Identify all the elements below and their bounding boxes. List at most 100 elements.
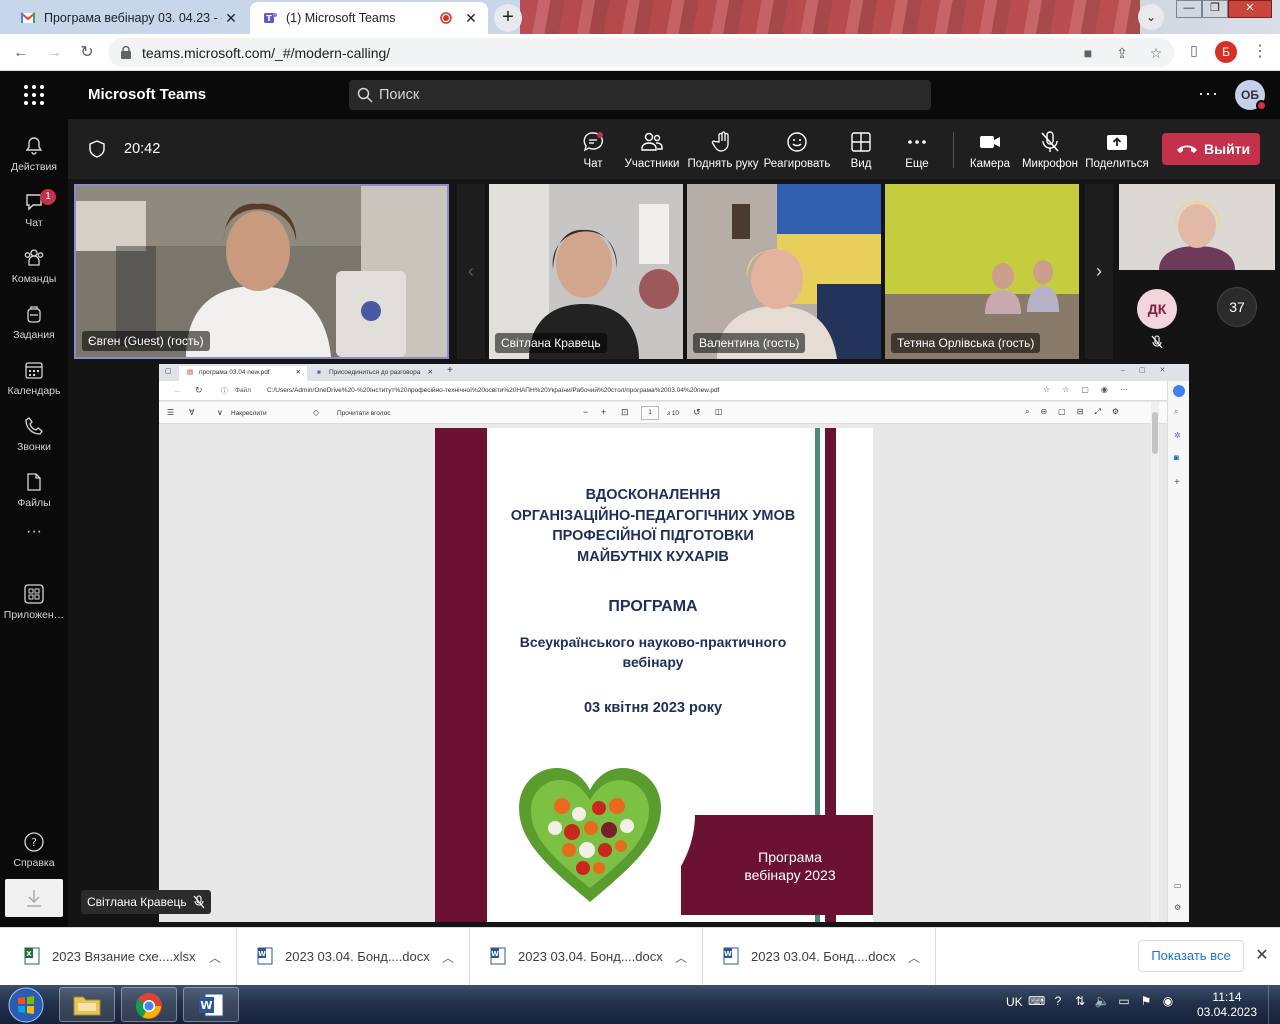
microphone-button[interactable]: Микрофон	[1015, 130, 1085, 170]
control-label: Чат	[583, 158, 603, 170]
window-minimize-button[interactable]: —	[1176, 0, 1202, 18]
omnibox[interactable]: teams.microsoft.com/_#/modern-calling/ ■…	[108, 38, 1174, 67]
chevron-up-icon[interactable]: ︿	[442, 949, 454, 966]
participant-tile-small[interactable]	[1119, 184, 1275, 270]
download-item[interactable]: W 2023 03.04. Бонд....docx ︿	[470, 928, 703, 986]
keyboard-icon[interactable]: ⌨	[1028, 994, 1045, 1012]
back-arrow-icon[interactable]: ←	[10, 42, 32, 64]
system-clock[interactable]: 11:14 03.04.2023	[1196, 990, 1258, 1020]
chat-unread-badge: 1	[40, 189, 56, 205]
taskbar-word[interactable]: W	[183, 987, 239, 1022]
participant-avatar[interactable]: ДК	[1137, 289, 1177, 329]
download-item[interactable]: W 2023 03.04. Бонд....docx ︿	[237, 928, 470, 986]
shared-tab-title: Присоединиться до разговора	[329, 369, 421, 376]
taskbar-chrome[interactable]	[121, 987, 177, 1022]
rail-item-apps[interactable]: Приложен…	[0, 575, 68, 631]
chevron-up-icon[interactable]: ︿	[209, 949, 221, 966]
tab-close-icon[interactable]: ✕	[462, 10, 480, 27]
antivirus-icon[interactable]: ◉	[1160, 994, 1176, 1012]
shared-tab-teams: ■ Присоединиться до разговора ✕	[309, 366, 439, 381]
share-page-icon[interactable]: ⇪	[1112, 43, 1132, 63]
help-tray-icon[interactable]: ?	[1050, 994, 1066, 1012]
more-button[interactable]: Еще	[882, 130, 952, 170]
bookmark-star-icon[interactable]: ☆	[1146, 43, 1166, 63]
side-panel-icon[interactable]: ▯	[1184, 42, 1204, 62]
pdf-title-line: ВДОСКОНАЛЕННЯ	[585, 487, 721, 503]
rail-item-chat[interactable]: Чат 1	[0, 183, 68, 239]
window-maximize-button[interactable]: ❐	[1202, 0, 1228, 18]
participants-button[interactable]: Участники	[617, 130, 687, 170]
participant-tile-active[interactable]: Євген (Guest) (гость)	[74, 184, 449, 359]
rail-label: Звонки	[17, 441, 51, 453]
tab-close-icon[interactable]: ✕	[222, 10, 240, 27]
windows-start-icon[interactable]	[6, 986, 46, 1024]
network-icon[interactable]: ▭	[1116, 994, 1132, 1012]
browser-menu-icon[interactable]: ⋮	[1250, 42, 1270, 62]
gallery-next-icon[interactable]: ›	[1085, 184, 1113, 359]
pdf-left-band	[435, 428, 487, 922]
windows-taskbar: W UK ⌨ ? ⇅ 🔈 ▭ ⚑ ◉ 11:14 03.04.2023	[0, 985, 1280, 1024]
download-icon	[27, 890, 41, 907]
tab-gmail[interactable]: Програма вебінару 03. 04.23 - o ✕	[8, 2, 248, 34]
rail-item-calendar[interactable]: Календарь	[0, 351, 68, 407]
chevron-up-icon[interactable]: ︿	[675, 949, 687, 966]
pdf-page: ВДОСКОНАЛЕННЯ ОРГАНІЗАЦІЙНО-ПЕДАГОГІЧНИХ…	[435, 428, 873, 922]
volume-icon[interactable]: 🔈	[1094, 994, 1110, 1012]
search-icon	[357, 87, 373, 103]
pdf-footer-line: вебінару 2023	[744, 867, 836, 883]
leave-meeting-button[interactable]: Выйти	[1162, 133, 1260, 165]
show-desktop-button[interactable]	[1268, 985, 1280, 1024]
raise-hand-button[interactable]: Поднять руку	[685, 130, 761, 170]
tab-teams[interactable]: T (1) Microsoft Teams ✕	[250, 2, 488, 34]
show-all-downloads-button[interactable]: Показать все	[1138, 940, 1244, 972]
rail-item-activity[interactable]: Действия	[0, 127, 68, 183]
new-tab-button[interactable]: +	[494, 4, 522, 32]
screen: Програма вебінару 03. 04.23 - o ✕ T (1) …	[0, 0, 1280, 1024]
app-launcher-icon[interactable]	[22, 83, 46, 107]
search-input[interactable]: Поиск	[349, 80, 931, 110]
pdf-subtitle: Всеукраїнського науково-практичного вебі…	[487, 632, 819, 672]
download-item[interactable]: X 2023 Вязание схе....xlsx ︿	[4, 928, 237, 986]
flag-icon[interactable]: ⚑	[1138, 994, 1154, 1012]
close-shelf-icon[interactable]: ✕	[1254, 945, 1270, 965]
profile-avatar[interactable]: Б	[1215, 41, 1237, 63]
forward-arrow-icon[interactable]: →	[43, 42, 65, 64]
chevron-up-icon[interactable]: ︿	[908, 949, 920, 966]
rail-item-help[interactable]: ? Справка	[0, 823, 68, 879]
shield-icon[interactable]	[88, 140, 106, 158]
reload-icon[interactable]: ↻	[76, 42, 98, 64]
participant-name: Валентина (гость)	[693, 333, 806, 353]
shared-screen: ▢ ▤ програма 03.04 new.pdf ✕ ■ Присоедин…	[159, 364, 1189, 922]
download-file-name: 2023 03.04. Бонд....docx	[751, 949, 896, 964]
pdf-title-line: ПРОФЕСІЙНОЇ ПІДГОТОВКИ	[552, 528, 754, 544]
react-button[interactable]: Реагировать	[762, 130, 832, 170]
rail-item-assignments[interactable]: Задания	[0, 295, 68, 351]
tab-search-chevron-icon[interactable]: ⌄	[1138, 4, 1164, 30]
download-app-button[interactable]	[5, 879, 63, 917]
shared-browser-tabs: ▢ ▤ програма 03.04 new.pdf ✕ ■ Присоедин…	[159, 364, 1189, 381]
gallery-prev-icon[interactable]: ‹	[457, 184, 485, 359]
participant-tile[interactable]: Валентина (гость)	[687, 184, 881, 359]
download-item[interactable]: W 2023 03.04. Бонд....docx ︿	[703, 928, 936, 986]
control-label: Участники	[624, 158, 680, 170]
participant-name: Тетяна Орлівська (гость)	[891, 333, 1041, 353]
window-close-button[interactable]: ✕	[1228, 0, 1272, 18]
participant-tile[interactable]: Світлана Кравець	[489, 184, 683, 359]
share-button[interactable]: Поделиться	[1082, 130, 1152, 170]
more-participants-count[interactable]: 37	[1217, 287, 1257, 327]
participant-tile[interactable]: Тетяна Орлівська (гость)	[885, 184, 1079, 359]
more-options-icon[interactable]: ···	[1198, 83, 1219, 104]
usb-icon[interactable]: ⇅	[1072, 994, 1088, 1012]
input-language[interactable]: UK	[1006, 995, 1023, 1009]
rail-more-icon[interactable]: ···	[0, 523, 68, 551]
rail-item-files[interactable]: Файлы	[0, 463, 68, 519]
rail-label: Задания	[13, 329, 55, 341]
fit-page-icon: ⊡	[621, 407, 629, 417]
pdf-title-line: ОРГАНІЗАЦІЙНО-ПЕДАГОГІЧНИХ УМОВ	[510, 507, 796, 524]
taskbar-explorer[interactable]	[59, 987, 115, 1022]
rail-item-teams[interactable]: Команды	[0, 239, 68, 295]
rail-item-calls[interactable]: Звонки	[0, 407, 68, 463]
camera-blocked-icon[interactable]: ■	[1078, 43, 1098, 63]
svg-text:?: ?	[31, 836, 37, 849]
rail-label: Действия	[10, 161, 57, 173]
